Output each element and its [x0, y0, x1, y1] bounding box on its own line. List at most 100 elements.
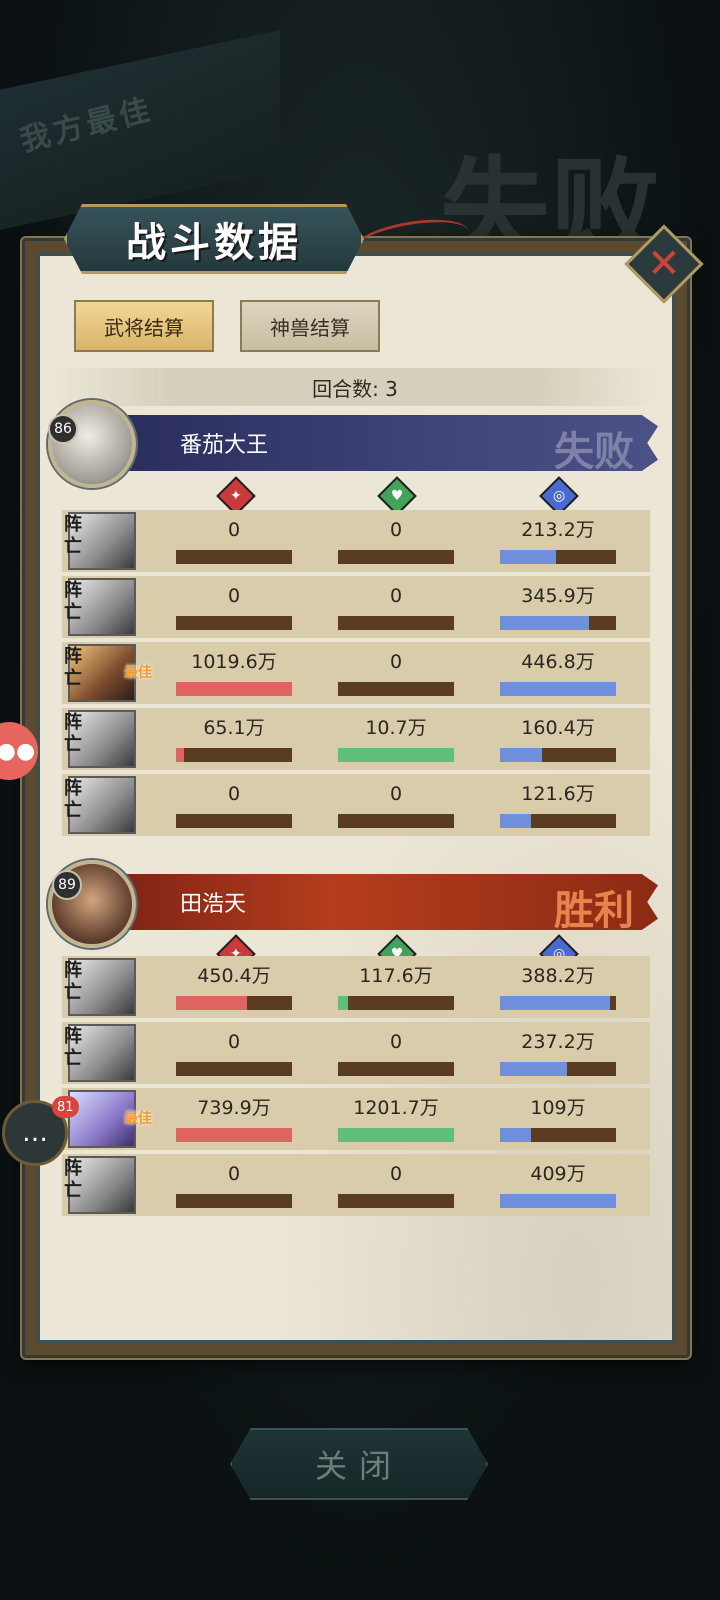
- team-name: 田浩天: [180, 892, 247, 917]
- heal-value: 0: [389, 519, 403, 541]
- defense-bar-fill: [500, 1194, 616, 1208]
- attack-stat: 0: [176, 1030, 292, 1076]
- heal-bar: [338, 1062, 454, 1076]
- bottom-close-button[interactable]: 关闭: [230, 1428, 488, 1500]
- level-badge: 89: [52, 870, 82, 900]
- heal-value: 0: [389, 585, 403, 607]
- team-banner-2: 田浩天 胜利: [118, 874, 658, 930]
- attack-bar: [176, 1062, 292, 1076]
- dead-status-label: 阵亡: [64, 580, 82, 623]
- attack-stat: 0: [176, 782, 292, 828]
- heal-stat: 1201.7万: [338, 1096, 454, 1142]
- heal-value: 117.6万: [359, 965, 433, 987]
- heal-value: 0: [389, 651, 403, 673]
- tab-beast-settlement[interactable]: 神兽结算: [240, 300, 380, 352]
- heal-bar-fill: [338, 748, 454, 762]
- hero-row: 阵亡 65.1万 10.7万 160.4万: [62, 708, 650, 770]
- attack-bar: [176, 550, 292, 564]
- defense-bar-fill: [500, 616, 590, 630]
- heal-bar-fill: [338, 996, 349, 1010]
- attack-bar-fill: [176, 682, 292, 696]
- defense-value: 446.8万: [521, 651, 595, 673]
- heal-bar: [338, 748, 454, 762]
- attack-value: 0: [227, 585, 241, 607]
- hero-row: 阵亡 0 0 213.2万: [62, 510, 650, 572]
- best-badge: 最佳: [124, 1111, 152, 1127]
- defense-bar-fill: [500, 682, 616, 696]
- defense-bar: [500, 996, 616, 1010]
- dead-status-label: 阵亡: [64, 514, 82, 557]
- defense-bar: [500, 1062, 616, 1076]
- best-badge: 最佳: [124, 665, 152, 681]
- team-banner-1: 番茄大王 失败: [118, 415, 658, 471]
- attack-value: 65.1万: [203, 717, 265, 739]
- attack-bar: [176, 814, 292, 828]
- heal-stat: 0: [338, 584, 454, 630]
- dead-status-label: 阵亡: [64, 1158, 82, 1201]
- attack-stat: 450.4万: [176, 964, 292, 1010]
- hero-row: 阵亡 0 0 345.9万: [62, 576, 650, 638]
- attack-stat: 65.1万: [176, 716, 292, 762]
- attack-bar: [176, 748, 292, 762]
- attack-bar: [176, 1128, 292, 1142]
- hero-row: 阵亡 0 0 121.6万: [62, 774, 650, 836]
- hero-row: 阵亡 0 0 409万: [62, 1154, 650, 1216]
- defense-stat: 160.4万: [500, 716, 616, 762]
- attack-bar-fill: [176, 1128, 292, 1142]
- attack-bar: [176, 996, 292, 1010]
- heal-bar: [338, 616, 454, 630]
- defense-value: 409万: [530, 1163, 586, 1185]
- attack-bar: [176, 616, 292, 630]
- dead-status-label: 阵亡: [64, 1026, 82, 1069]
- attack-stat: 0: [176, 1162, 292, 1208]
- defense-stat: 388.2万: [500, 964, 616, 1010]
- heal-stat: 0: [338, 1030, 454, 1076]
- heal-stat: 0: [338, 1162, 454, 1208]
- heal-value: 10.7万: [365, 717, 427, 739]
- dead-status-label: 阵亡: [64, 960, 82, 1003]
- hero-row: 阵亡 最佳 1019.6万 0 446.8万: [62, 642, 650, 704]
- defense-bar: [500, 682, 616, 696]
- attack-value: 0: [227, 519, 241, 541]
- defense-stat: 121.6万: [500, 782, 616, 828]
- tab-general-settlement[interactable]: 武将结算: [74, 300, 214, 352]
- defense-value: 388.2万: [521, 965, 595, 987]
- defense-bar: [500, 616, 616, 630]
- defense-stat: 213.2万: [500, 518, 616, 564]
- defense-stat: 109万: [500, 1096, 616, 1142]
- heal-stat: 117.6万: [338, 964, 454, 1010]
- round-count: 回合数: 3: [52, 368, 658, 406]
- heal-stat: 0: [338, 518, 454, 564]
- close-icon: ✕: [647, 240, 681, 287]
- defense-value: 121.6万: [521, 783, 595, 805]
- dead-status-label: 阵亡: [64, 778, 82, 821]
- heal-bar: [338, 682, 454, 696]
- defense-bar: [500, 550, 616, 564]
- heal-bar: [338, 1194, 454, 1208]
- hero-row: 阵亡 0 0 237.2万: [62, 1022, 650, 1084]
- defense-bar: [500, 748, 616, 762]
- attack-bar-fill: [176, 748, 185, 762]
- attack-stat: 1019.6万: [176, 650, 292, 696]
- attack-bar: [176, 1194, 292, 1208]
- defense-stat: 446.8万: [500, 650, 616, 696]
- defense-bar-fill: [500, 550, 556, 564]
- heal-bar: [338, 550, 454, 564]
- defense-value: 213.2万: [521, 519, 595, 541]
- defense-bar-fill: [500, 996, 611, 1010]
- heal-stat: 0: [338, 650, 454, 696]
- attack-value: 1019.6万: [191, 651, 277, 673]
- hero-row: 阵亡 450.4万 117.6万 388.2万: [62, 956, 650, 1018]
- dead-status-label: 阵亡: [64, 712, 82, 755]
- defense-bar-fill: [500, 1128, 532, 1142]
- team-result: 胜利: [554, 887, 634, 934]
- defense-bar: [500, 1128, 616, 1142]
- defense-stat: 409万: [500, 1162, 616, 1208]
- attack-bar-fill: [176, 996, 247, 1010]
- defense-value: 160.4万: [521, 717, 595, 739]
- defense-stat: 345.9万: [500, 584, 616, 630]
- heal-bar: [338, 996, 454, 1010]
- attack-stat: 0: [176, 584, 292, 630]
- attack-value: 450.4万: [197, 965, 271, 987]
- chat-unread-count: 81: [52, 1096, 79, 1118]
